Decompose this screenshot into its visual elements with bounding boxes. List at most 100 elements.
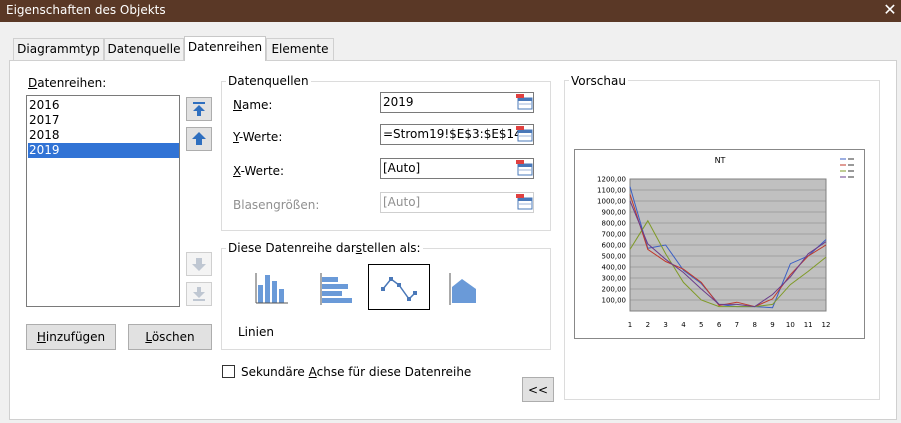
series-list-label: Datenreihen: (28, 76, 106, 90)
range-picker-icon (516, 126, 533, 142)
y-tick-label: 400,00 (602, 264, 627, 272)
move-bottom-icon (193, 287, 205, 301)
y-tick-label: 1000,00 (597, 198, 626, 206)
display-as-title-a: Diese Datenreihe dar (228, 241, 356, 255)
y-tick-label: 200,00 (602, 286, 627, 294)
x-tick-label: 2 (646, 321, 650, 329)
name-label-text: ame: (241, 98, 273, 112)
x-tick-label: 1 (628, 321, 632, 329)
legend-entry (848, 164, 854, 166)
x-tick-label: 9 (770, 321, 774, 329)
y-tick-label: 600,00 (602, 242, 627, 250)
add-accel: H (36, 330, 46, 344)
name-accel: N (233, 98, 242, 112)
y-tick-label: 900,00 (602, 209, 627, 217)
add-label: inzufügen (45, 330, 106, 344)
bar-chart-icon (320, 273, 352, 305)
tab-datenreihen[interactable]: Datenreihen (184, 36, 266, 61)
datasources-title: Datenquellen (226, 74, 311, 88)
y-tick-label: 100,00 (602, 297, 627, 305)
preview-chart: NT 1200,001100,001000,00900,00800,00700,… (574, 149, 865, 339)
delete-button[interactable]: Löschen (128, 324, 212, 350)
move-to-bottom-button[interactable] (186, 282, 212, 306)
list-item-selected[interactable]: 2019 (28, 143, 179, 158)
x-tick-label: 12 (822, 321, 831, 329)
list-item[interactable]: 2017 (28, 113, 179, 128)
y-label-text: -Werte: (238, 130, 283, 144)
y-values-field[interactable]: =Strom19!$E$3:$E$14 (380, 124, 534, 145)
list-item[interactable]: 2016 (28, 98, 179, 113)
x-accel: X (233, 164, 241, 178)
select-range-icon[interactable] (514, 193, 534, 214)
name-value: 2019 (383, 95, 414, 109)
collapse-button[interactable]: << (522, 377, 554, 402)
secondary-axis-accel: A (308, 365, 317, 379)
delete-label: öschen (151, 330, 195, 344)
secondary-axis-checkbox[interactable] (222, 365, 235, 378)
legend-entry (848, 170, 854, 172)
name-label: Name: (233, 98, 272, 112)
x-tick-label: 10 (786, 321, 795, 329)
title-bar: Eigenschaften des Objekts ✕ (0, 0, 901, 22)
chart-type-selected-label: Linien (238, 325, 274, 339)
range-picker-icon (516, 160, 533, 176)
x-tick-label: 7 (735, 321, 739, 329)
x-tick-label: 6 (717, 321, 722, 329)
bubble-sizes-label: Blasengrößen: (233, 198, 320, 212)
legend-entry (848, 158, 854, 160)
preview-title: Vorschau (569, 74, 628, 88)
x-values-label: X-Werte: (233, 164, 284, 178)
arrow-up-icon (192, 132, 206, 145)
x-tick-label: 3 (663, 321, 667, 329)
close-icon[interactable]: ✕ (881, 0, 899, 20)
move-down-button[interactable] (186, 252, 212, 276)
chart-title: NT (715, 156, 726, 165)
x-tick-label: 8 (752, 321, 756, 329)
range-picker-icon (516, 94, 533, 110)
x-label-text: -Werte: (240, 164, 285, 178)
range-picker-icon (516, 194, 533, 210)
area-chart-icon (449, 273, 476, 305)
chart-type-lines[interactable] (368, 264, 430, 310)
move-up-button[interactable] (186, 127, 212, 151)
series-list-label-text: atenreihen: (37, 76, 107, 90)
chart-type-bars[interactable] (306, 265, 368, 311)
move-top-icon (193, 102, 205, 116)
select-range-icon[interactable] (514, 125, 534, 146)
tab-diagrammtyp[interactable]: Diagrammtyp (13, 38, 104, 60)
secondary-axis-text-a: Sekundäre (241, 365, 309, 379)
select-range-icon[interactable] (514, 93, 534, 114)
bubble-value: [Auto] (383, 195, 421, 209)
chart-type-columns[interactable] (244, 265, 306, 311)
y-tick-label: 500,00 (602, 253, 627, 261)
y-tick-label: 1100,00 (597, 187, 626, 195)
y-values-label: Y-Werte: (233, 130, 282, 144)
move-to-top-button[interactable] (186, 97, 212, 121)
secondary-axis-text-b: chse für diese Datenreihe (316, 365, 472, 379)
display-as-title: Diese Datenreihe darstellen als: (226, 241, 423, 255)
y-value: =Strom19!$E$3:$E$14 (383, 127, 522, 141)
x-value: [Auto] (383, 161, 421, 175)
y-tick-label: 300,00 (602, 275, 627, 283)
y-tick-label: 700,00 (602, 231, 627, 239)
window-title: Eigenschaften des Objekts (6, 3, 166, 17)
list-item[interactable]: 2018 (28, 128, 179, 143)
chart-type-area[interactable] (430, 265, 492, 311)
tab-elemente[interactable]: Elemente (266, 38, 334, 60)
arrow-down-icon (192, 258, 206, 271)
y-tick-label: 1200,00 (597, 176, 626, 184)
series-list-label-accel: D (28, 76, 38, 90)
select-range-icon[interactable] (514, 159, 534, 180)
tab-datenquelle[interactable]: Datenquelle (104, 38, 184, 60)
x-values-field[interactable]: [Auto] (380, 158, 534, 179)
bubble-sizes-field[interactable]: [Auto] (380, 192, 534, 213)
x-tick-label: 5 (699, 321, 703, 329)
legend-entry (848, 176, 854, 178)
secondary-axis-label: Sekundäre Achse für diese Datenreihe (241, 365, 471, 379)
series-listbox[interactable]: 2016 2017 2018 2019 (26, 95, 180, 307)
display-as-title-b: tellen als: (362, 241, 421, 255)
y-tick-label: 800,00 (602, 220, 627, 228)
x-tick-label: 4 (681, 321, 686, 329)
add-button[interactable]: Hinzufügen (26, 324, 116, 350)
name-field[interactable]: 2019 (380, 92, 534, 113)
